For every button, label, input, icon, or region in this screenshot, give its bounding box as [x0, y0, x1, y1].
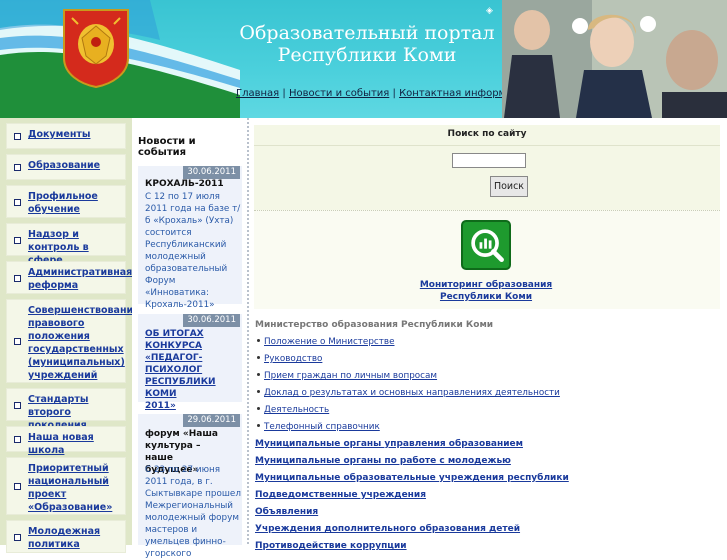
news-item: 29.06.2011 форум «Наша культура – наше б…: [138, 414, 242, 559]
sidebar-item-national-project[interactable]: Приоритетный национальный проект «Образо…: [6, 457, 126, 515]
monitoring-chart-icon[interactable]: [461, 220, 511, 270]
top-navigation: Главная | Новости и события | Контактная…: [236, 88, 532, 99]
section-link[interactable]: Подведомственные учреждения: [255, 490, 426, 500]
sidebar-item-supervision[interactable]: Надзор и контроль в сфере образования: [6, 223, 126, 279]
square-bullet-icon: [14, 402, 21, 409]
ministry-link[interactable]: Доклад о результатах и основных направле…: [264, 388, 560, 398]
section-link[interactable]: Объявления: [255, 507, 318, 517]
nav-news-link[interactable]: Новости и события: [289, 88, 389, 99]
section-links: Муниципальные органы управления образова…: [255, 438, 569, 557]
square-bullet-icon: [14, 338, 21, 345]
square-bullet-icon: [14, 436, 21, 443]
schoolchildren-photo: [502, 0, 727, 118]
news-column: Новости и события 30.06.2011 КРОХАЛЬ-201…: [132, 118, 247, 559]
bullet-dot-icon: [257, 356, 260, 359]
site-title: Образовательный портал Республики Коми: [236, 22, 498, 66]
site-header: ◈ Образовательный портал Республики Коми…: [0, 0, 727, 118]
search-title: Поиск по сайту: [447, 129, 527, 139]
square-bullet-icon: [14, 483, 21, 490]
list-item: Противодействие коррупции: [255, 540, 569, 557]
bullet-dot-icon: [257, 339, 260, 342]
ministry-link[interactable]: Прием граждан по личным вопросам: [264, 371, 437, 381]
square-bullet-icon: [14, 133, 21, 140]
nav-home-link[interactable]: Главная: [236, 88, 279, 99]
news-item: 30.06.2011 КРОХАЛЬ-2011 С 12 по 17 июля …: [138, 166, 242, 310]
left-sidebar: Документы Образование Профильное обучени…: [0, 118, 140, 553]
bullet-dot-icon: [257, 407, 260, 410]
sidebar-link[interactable]: Документы: [28, 129, 91, 140]
square-bullet-icon: [14, 534, 21, 541]
square-bullet-icon: [14, 275, 21, 282]
news-date-badge: 29.06.2011: [183, 414, 240, 427]
bullet-dot-icon: [257, 424, 260, 427]
list-item: Подведомственные учреждения: [255, 489, 569, 506]
search-panel: Поиск по сайту Поиск: [254, 125, 720, 210]
sidebar-item-education[interactable]: Образование: [6, 154, 126, 180]
list-item: Руководство: [255, 353, 560, 370]
list-item: Учреждения дополнительного образования д…: [255, 523, 569, 540]
sidebar-item-youth-policy[interactable]: Молодежная политика: [6, 520, 126, 553]
list-item: Доклад о результатах и основных направле…: [255, 387, 560, 404]
sidebar-link[interactable]: Совершенствование правового положения го…: [28, 305, 140, 381]
sidebar-item-admin-reform[interactable]: Административная реформа: [6, 261, 132, 294]
sidebar-item-standards[interactable]: Стандарты второго поколения: [6, 388, 126, 431]
sitemap-icon[interactable]: ◈: [486, 6, 496, 16]
sidebar-link[interactable]: Образование: [28, 160, 100, 171]
sidebar-item-documents[interactable]: Документы: [6, 123, 126, 149]
section-link[interactable]: Муниципальные образовательные учреждения…: [255, 473, 569, 483]
coat-of-arms-icon: [63, 9, 129, 88]
section-link[interactable]: Муниципальные органы по работе с молодеж…: [255, 456, 511, 466]
ministry-link[interactable]: Руководство: [264, 354, 322, 364]
news-title-link[interactable]: ОБ ИТОГАХ КОНКУРСА «ПЕДАГОГ-ПСИХОЛОГ РЕС…: [145, 328, 216, 412]
sidebar-link[interactable]: Административная реформа: [28, 267, 132, 291]
ministry-link[interactable]: Деятельность: [264, 405, 329, 415]
nav-separator: |: [392, 88, 396, 99]
news-text-link[interactable]: С 12 по 17 июля 2011 года на базе т/б «К…: [145, 191, 241, 311]
monitoring-link[interactable]: Мониторинг образования Республики Коми: [414, 279, 558, 303]
bullet-dot-icon: [257, 373, 260, 376]
ministry-heading: Министерство образования Республики Коми: [255, 320, 494, 330]
list-item: Прием граждан по личным вопросам: [255, 370, 560, 387]
list-item: Деятельность: [255, 404, 560, 421]
list-item: Положение о Министерстве: [255, 336, 560, 353]
news-date-badge: 30.06.2011: [183, 314, 240, 327]
news-heading: Новости и события: [138, 136, 196, 158]
sidebar-link[interactable]: Молодежная политика: [28, 526, 100, 550]
sidebar-link[interactable]: Наша новая школа: [28, 432, 94, 456]
sidebar-link[interactable]: Профильное обучение: [28, 191, 98, 215]
site-title-line2: Республики Коми: [277, 44, 457, 66]
nav-separator: |: [282, 88, 286, 99]
sidebar-link[interactable]: Приоритетный национальный проект «Образо…: [28, 463, 112, 513]
square-bullet-icon: [14, 164, 21, 171]
section-link[interactable]: Противодействие коррупции: [255, 541, 407, 551]
search-button[interactable]: Поиск: [490, 176, 528, 197]
square-bullet-icon: [14, 199, 21, 206]
ministry-link[interactable]: Положение о Министерстве: [264, 337, 394, 347]
sidebar-menu: Документы Образование Профильное обучени…: [0, 118, 140, 553]
bullet-dot-icon: [257, 390, 260, 393]
site-title-line1: Образовательный портал: [239, 22, 495, 44]
sidebar-item-profile-education[interactable]: Профильное обучение: [6, 185, 126, 218]
square-bullet-icon: [14, 237, 21, 244]
sidebar-item-new-school[interactable]: Наша новая школа: [6, 426, 126, 456]
news-title: КРОХАЛЬ-2011: [145, 179, 224, 189]
news-text-link[interactable]: С 23 по 27 июня 2011 года, в г. Сыктывка…: [145, 464, 241, 560]
monitoring-panel: Мониторинг образования Республики Коми: [254, 210, 720, 309]
ministry-link[interactable]: Телефонный справочник: [264, 422, 380, 432]
main-content: Поиск по сайту Поиск Мониторинг образова…: [249, 118, 727, 551]
sidebar-item-legal-status[interactable]: Совершенствование правового положения го…: [6, 299, 140, 383]
list-item: Муниципальные образовательные учреждения…: [255, 472, 569, 489]
ministry-links: Положение о Министерстве Руководство При…: [255, 336, 560, 438]
list-item: Объявления: [255, 506, 569, 523]
list-item: Телефонный справочник: [255, 421, 560, 438]
search-divider: [254, 145, 720, 146]
list-item: Муниципальные органы по работе с молодеж…: [255, 455, 569, 472]
section-link[interactable]: Учреждения дополнительного образования д…: [255, 524, 520, 534]
search-input[interactable]: [452, 153, 526, 168]
news-item: 30.06.2011 ОБ ИТОГАХ КОНКУРСА «ПЕДАГОГ-П…: [138, 314, 242, 411]
list-item: Муниципальные органы управления образова…: [255, 438, 569, 455]
section-link[interactable]: Муниципальные органы управления образова…: [255, 439, 523, 449]
